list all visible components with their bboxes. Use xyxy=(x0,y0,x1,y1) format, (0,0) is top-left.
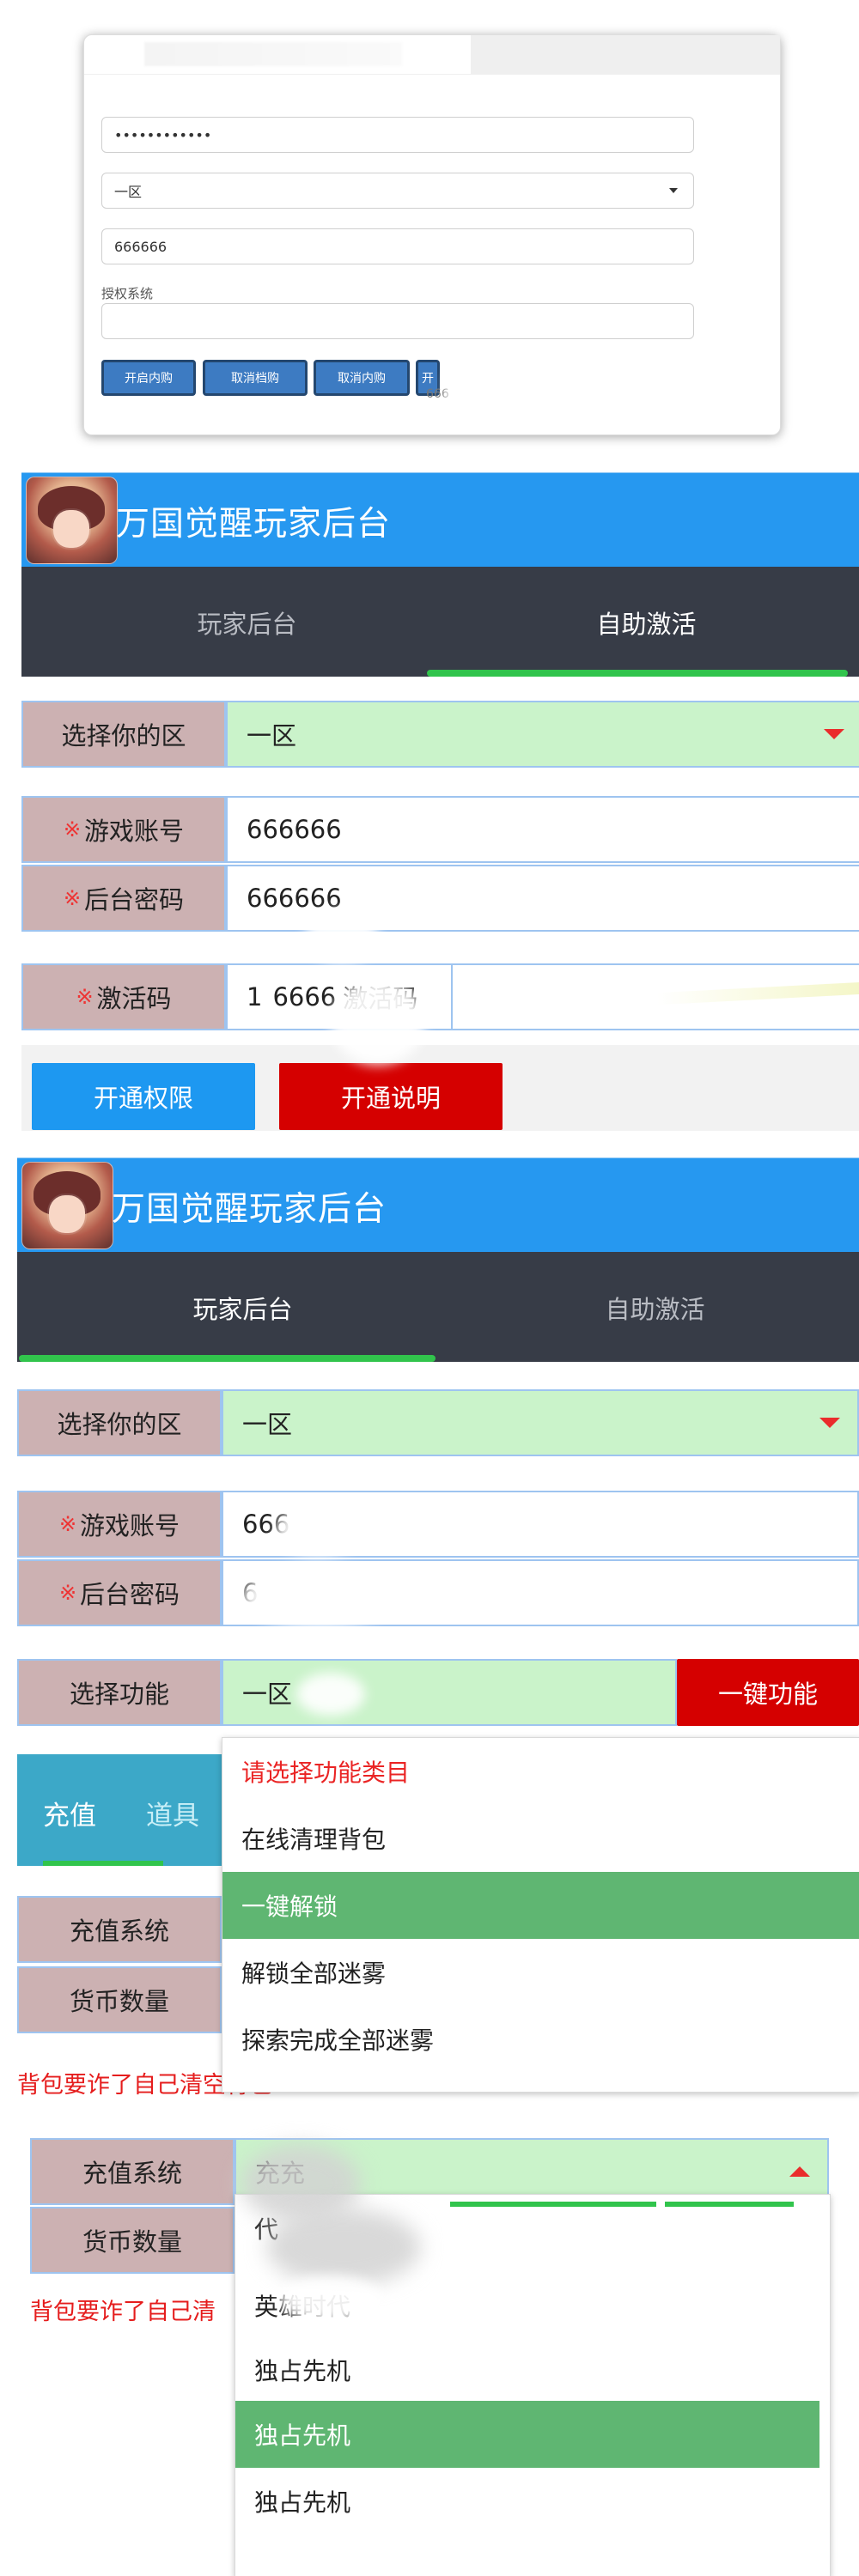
blurred-title xyxy=(144,42,402,66)
region-select[interactable]: 一区 xyxy=(226,701,859,768)
backend-header: 万国觉醒玩家后台 xyxy=(21,472,859,568)
admin-modal: •••••••••••• 一区 666666 授权系统 开启内购 取消档购 取消… xyxy=(83,34,781,435)
recharge-dropdown-section: 充值系统 充充 货币数量 货币 背包要诈了自己清 代 英雄时代 独占先机 独占先… xyxy=(30,2138,859,2576)
cancel-purchase-button[interactable]: 取消内购 xyxy=(314,360,410,396)
active-tab-underline-2 xyxy=(19,1355,436,1362)
auth-field[interactable] xyxy=(101,303,694,339)
dropdown-item-first-move-2[interactable]: 独占先机 xyxy=(235,2401,819,2468)
region-label: 选择你的区 xyxy=(21,701,226,768)
warning-text-2: 背包要诈了自己清 xyxy=(30,2299,216,2325)
tab-self-activation[interactable]: 自助激活 xyxy=(541,605,752,641)
region-label-2: 选择你的区 xyxy=(17,1389,222,1456)
open-info-button[interactable]: 开通说明 xyxy=(279,1063,503,1130)
tab-player-backend-active[interactable]: 玩家后台 xyxy=(137,1290,348,1326)
blur-mask-3 xyxy=(275,1504,361,1556)
account-field[interactable]: 666666 xyxy=(101,228,694,264)
backend-header-2: 万国觉醒玩家后台 xyxy=(17,1157,859,1253)
function-dropdown: 请选择功能类目 在线清理背包 一键解锁 解锁全部迷雾 探索完成全部迷雾 xyxy=(222,1737,859,2093)
recharge-label: 充值系统 xyxy=(17,1896,222,1963)
blur-patch xyxy=(445,375,492,422)
tab-items[interactable]: 道具 xyxy=(146,1794,199,1832)
blur-mask-1 xyxy=(305,910,379,963)
blurred-header-area xyxy=(471,35,780,74)
dropdown-item-unlock[interactable]: 一键解锁 xyxy=(222,1872,859,1939)
open-permission-button[interactable]: 开通权限 xyxy=(32,1063,255,1130)
mini-underline-2 xyxy=(665,2202,794,2207)
blur-mask-4 xyxy=(241,1566,395,1628)
recharge-label-2: 充值系统 xyxy=(30,2138,235,2205)
mini-underline xyxy=(450,2202,656,2207)
tab-recharge[interactable]: 充值 xyxy=(43,1794,96,1832)
modal-header xyxy=(84,35,780,75)
account-row-2: ※ 游戏账号 666 xyxy=(17,1491,859,1558)
dropdown-item-first-move-1[interactable]: 独占先机 xyxy=(235,2336,830,2403)
dropdown-item-clean-bag[interactable]: 在线清理背包 xyxy=(222,1805,859,1872)
player-backend-activation: 万国觉醒玩家后台 玩家后台 自助激活 选择你的区 一区 ※ 游戏账号 666666… xyxy=(21,472,859,1142)
function-label: 选择功能 xyxy=(17,1659,222,1726)
main-tabs: 玩家后台 自助激活 xyxy=(21,567,859,677)
active-tab-underline xyxy=(427,670,848,677)
blur-mask-7 xyxy=(266,2208,421,2286)
function-row: 选择功能 一区 一键功能 xyxy=(17,1659,859,1726)
password-label-2: ※ 后台密码 xyxy=(17,1559,222,1626)
account-label-2: ※ 游戏账号 xyxy=(17,1491,222,1558)
account-label: ※ 游戏账号 xyxy=(21,796,226,863)
region-row: 选择你的区 一区 xyxy=(21,701,859,768)
activation-label: ※ 激活码 xyxy=(21,963,226,1030)
password-field[interactable]: •••••••••••• xyxy=(101,117,694,153)
game-avatar xyxy=(26,477,118,564)
region-select-2[interactable]: 一区 xyxy=(222,1389,859,1456)
function-select[interactable]: 一区 xyxy=(222,1659,677,1726)
dropdown-item-placeholder[interactable]: 请选择功能类目 xyxy=(222,1738,859,1805)
backend-title: 万国觉醒玩家后台 xyxy=(116,505,392,544)
function-button[interactable]: 一键功能 xyxy=(677,1659,859,1726)
dropdown-item-first-move-3[interactable]: 独占先机 xyxy=(235,2468,830,2535)
password-row-2: ※后台密码 6 xyxy=(17,1559,859,1626)
currency-label: 货币数量 xyxy=(17,1966,222,2033)
game-avatar-2 xyxy=(21,1162,113,1249)
password-row: ※ 后台密码 666666 xyxy=(21,865,859,932)
password-label: ※ 后台密码 xyxy=(21,865,226,932)
blur-mask-5 xyxy=(296,1673,365,1716)
dropdown-item-explore-fog[interactable]: 探索完成全部迷雾 xyxy=(222,2006,859,2073)
left-tab-underline xyxy=(43,1861,163,1866)
region-row-2: 选择你的区 一区 xyxy=(17,1389,859,1456)
currency-label-2: 货币数量 xyxy=(30,2207,235,2274)
account-input[interactable]: 666666 xyxy=(226,796,859,863)
tab-player-backend[interactable]: 玩家后台 xyxy=(142,605,352,641)
main-tabs-2: 玩家后台 自助激活 xyxy=(17,1252,859,1362)
blur-mask-8 xyxy=(279,2275,382,2323)
blur-mask-2 xyxy=(331,979,425,1065)
region-select-value: 一区 xyxy=(114,184,143,200)
screenshot-page: •••••••••••• 一区 666666 授权系统 开启内购 取消档购 取消… xyxy=(0,0,859,2576)
auth-label: 授权系统 xyxy=(101,286,154,301)
cancel-order-button[interactable]: 取消档购 xyxy=(203,360,308,396)
account-value: 666666 xyxy=(114,238,168,255)
account-row: ※ 游戏账号 666666 xyxy=(21,796,859,863)
input-divider xyxy=(451,963,453,1030)
dropdown-item-unlock-fog[interactable]: 解锁全部迷雾 xyxy=(222,1939,859,2006)
password-mask: •••••••••••• xyxy=(114,126,212,143)
region-select[interactable]: 一区 xyxy=(101,173,694,209)
left-category-tabs: 充值 道具 xyxy=(17,1754,222,1866)
player-backend-functions: 万国觉醒玩家后台 玩家后台 自助激活 选择你的区 一区 ※ 游戏账号 666 ※ 后… xyxy=(17,1157,859,2119)
enable-purchase-button[interactable]: 开启内购 xyxy=(101,360,196,396)
tab-self-activation-inactive[interactable]: 自助激活 xyxy=(550,1290,760,1326)
backend-title-2: 万国觉醒玩家后台 xyxy=(112,1190,387,1229)
